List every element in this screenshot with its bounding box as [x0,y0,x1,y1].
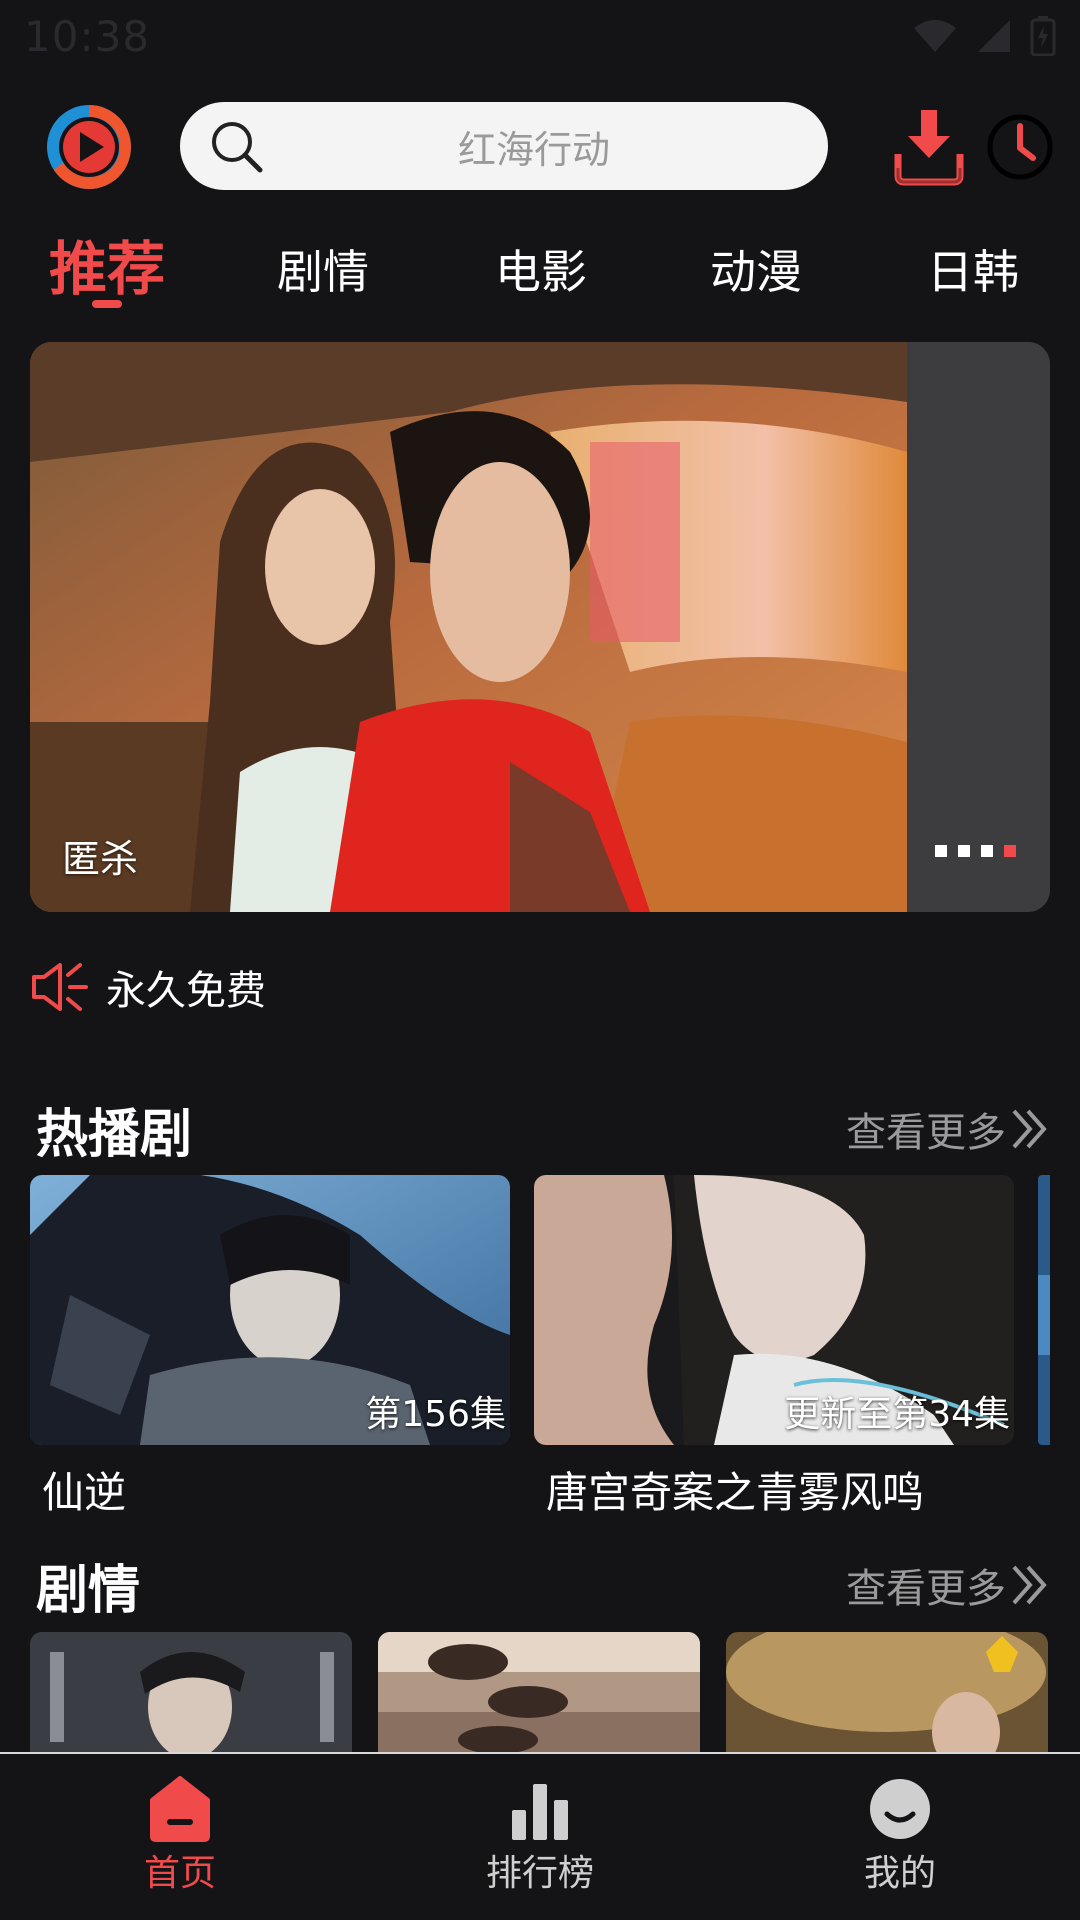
ranking-icon [512,1784,568,1840]
hot-list: 第156集 仙逆 更新至第34集 唐宫奇案之青雾风鸣 [30,1175,1080,1520]
search-bar[interactable]: 红海行动 [180,102,828,190]
banner-image [30,342,907,912]
notice-bar: 永久免费 [30,955,266,1019]
next-card-peek [1038,1175,1050,1445]
page-dot-active [1004,845,1016,857]
nav-label: 首页 [143,1853,216,1894]
status-time: 10:38 [24,11,151,61]
tab-jp-kr[interactable]: 日韩 [927,236,1019,326]
battery-icon [1030,16,1056,56]
banner-title: 匿杀 [62,837,139,881]
thumbnail-image [30,1632,352,1752]
hot-see-more-link[interactable]: 查看更多 [846,1100,1050,1158]
thumbnail-image [726,1632,1048,1752]
home-icon [150,1776,210,1842]
status-bar: 10:38 [0,0,1080,72]
drama-list [30,1632,1080,1752]
top-bar: 红海行动 [0,98,1080,194]
double-chevron-right-icon [1012,1565,1047,1605]
nav-ranking[interactable]: 排行榜 [440,1776,640,1896]
page-dot [935,845,947,857]
section-title: 剧情 [36,1561,141,1621]
banner-pagination [935,845,1016,857]
drama-section-header: 剧情 查看更多 [0,1548,1080,1621]
episode-label: 更新至第34集 [784,1394,1010,1435]
bottom-nav: 首页 排行榜 我的 [0,1752,1080,1920]
see-more-label: 查看更多 [846,1566,1006,1612]
wifi-icon [914,20,956,52]
notice-text: 永久免费 [106,968,266,1014]
app-logo [47,105,131,189]
search-icon [212,122,263,173]
nav-label: 排行榜 [485,1853,594,1894]
page-dot [958,845,970,857]
speaker-icon [32,963,88,1011]
nav-label: 我的 [863,1853,936,1894]
download-icon[interactable] [894,106,964,186]
double-chevron-right-icon [1012,1109,1047,1149]
video-thumbnail: 更新至第34集 [534,1175,1014,1445]
nav-profile[interactable]: 我的 [800,1776,1000,1896]
tab-drama[interactable]: 剧情 [277,236,369,326]
video-title: 仙逆 [42,1468,127,1517]
thumbnail-image [378,1632,700,1752]
banner-carousel[interactable]: 匿杀 [30,342,1050,912]
video-card[interactable]: 第156集 仙逆 [30,1175,510,1520]
search-placeholder: 红海行动 [457,127,610,172]
tab-movie[interactable]: 电影 [495,236,587,326]
video-card[interactable]: 更新至第34集 唐宫奇案之青雾风鸣 [534,1175,1014,1520]
section-title: 热播剧 [36,1105,193,1165]
history-icon[interactable] [985,112,1055,182]
see-more-label: 查看更多 [846,1110,1006,1156]
page-dot [981,845,993,857]
video-card[interactable] [378,1632,700,1752]
video-thumbnail: 第156集 [30,1175,510,1445]
tab-anime[interactable]: 动漫 [710,236,802,326]
video-card[interactable] [726,1632,1048,1752]
profile-icon [870,1779,930,1839]
banner-next-peek [907,342,1050,912]
tab-recommend[interactable]: 推荐 [49,222,165,312]
category-tabs: 推荐 剧情 电影 动漫 日韩 [0,228,1080,318]
signal-icon [978,20,1010,52]
status-icons [912,16,1056,56]
tab-indicator [92,300,122,308]
hot-section-header: 热播剧 查看更多 [0,1092,1080,1165]
video-title: 唐宫奇案之青雾风鸣 [546,1468,925,1517]
video-card[interactable] [30,1632,352,1752]
nav-home[interactable]: 首页 [80,1776,280,1896]
episode-label: 第156集 [365,1394,506,1435]
drama-see-more-link[interactable]: 查看更多 [846,1556,1050,1614]
